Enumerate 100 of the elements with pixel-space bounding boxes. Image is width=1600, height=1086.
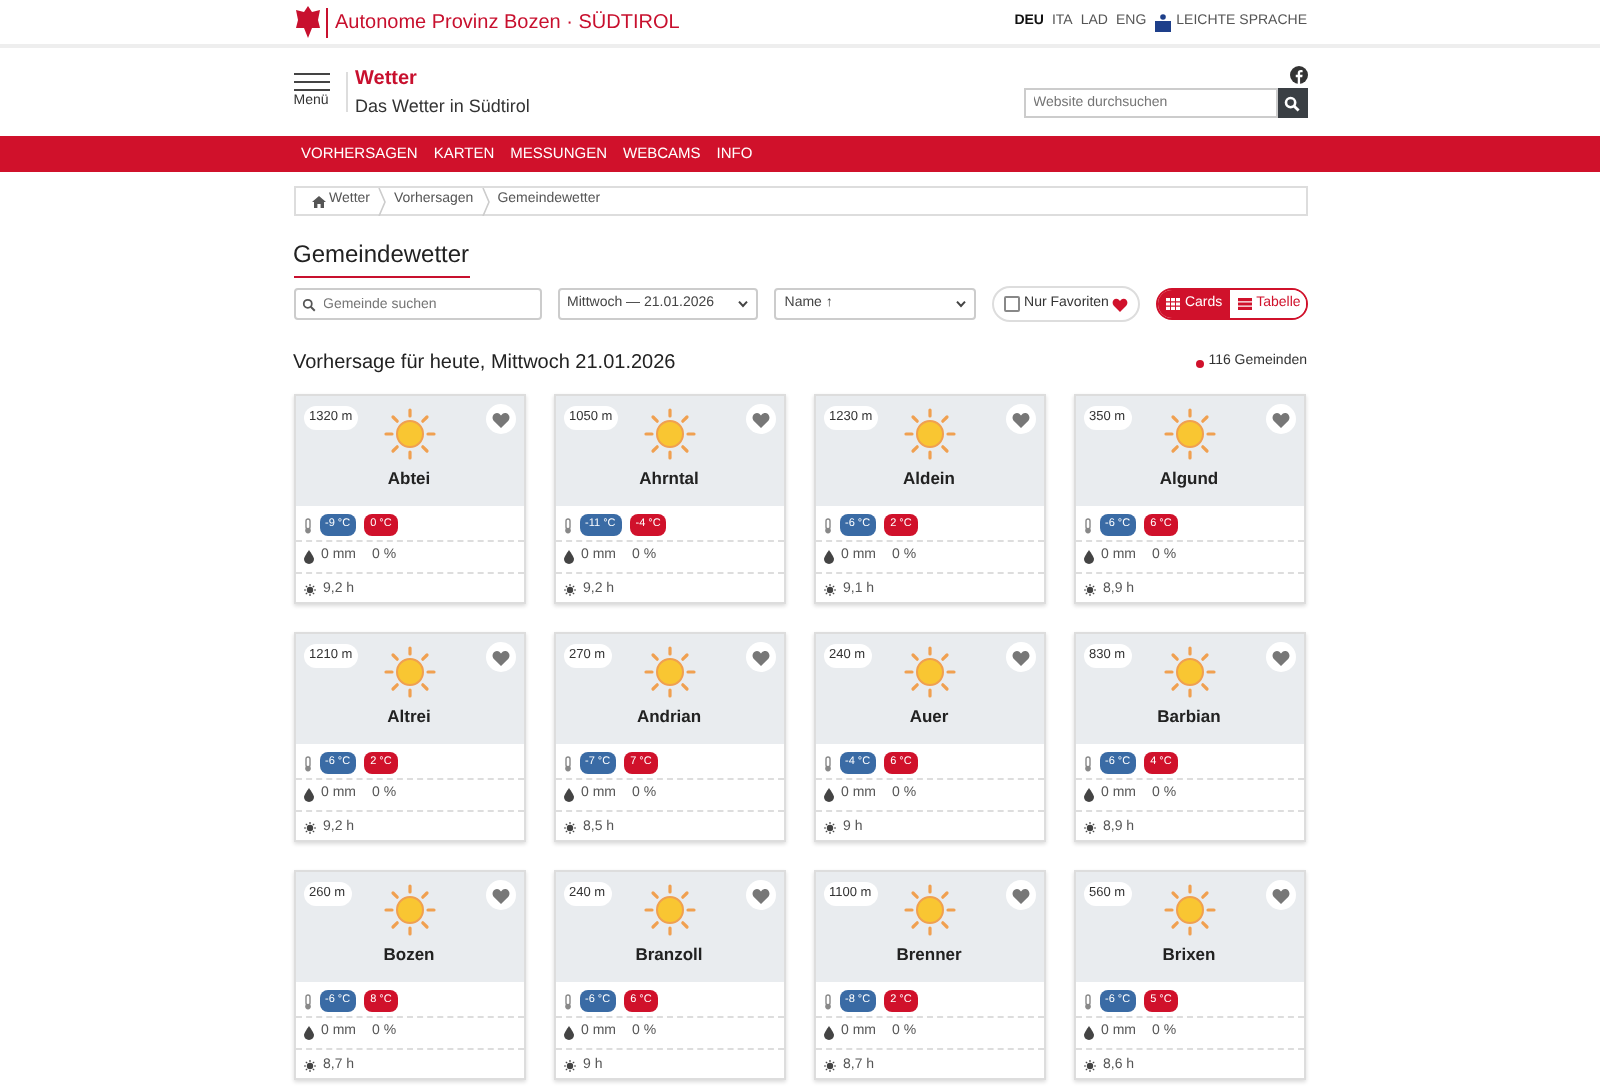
thermometer-icon xyxy=(823,993,831,1009)
municipality-name: Bozen xyxy=(383,942,435,968)
favorite-button[interactable] xyxy=(485,642,515,672)
municipality-name: Aldein xyxy=(903,466,955,492)
search-button[interactable] xyxy=(1277,88,1307,118)
sun-icon xyxy=(643,884,695,936)
municipality-name: Brenner xyxy=(896,942,962,968)
municipality-name: Barbian xyxy=(1157,704,1221,730)
chevron-icon xyxy=(956,300,967,308)
favorite-button[interactable] xyxy=(485,404,515,434)
sun-icon xyxy=(563,584,575,596)
thermometer-icon xyxy=(1083,517,1091,533)
drop-icon xyxy=(563,1026,573,1040)
favorite-button[interactable] xyxy=(1265,404,1295,434)
thermometer-icon xyxy=(303,755,311,771)
facebook-icon[interactable] xyxy=(1289,66,1307,84)
list-icon xyxy=(1238,298,1253,310)
municipality-name: Algund xyxy=(1159,466,1219,492)
drop-icon xyxy=(823,1026,833,1040)
heart-icon xyxy=(1271,411,1289,427)
sun-icon xyxy=(383,646,435,698)
heart-icon xyxy=(1011,887,1029,903)
drop-icon xyxy=(823,550,833,564)
page-title: Gemeindewetter xyxy=(293,236,470,278)
favorite-button[interactable] xyxy=(745,404,775,434)
site-subtitle: Das Wetter in Südtirol xyxy=(355,93,530,120)
agency-name[interactable]: Autonome Provinz Bozen · SÜDTIROL xyxy=(325,7,680,37)
sun-icon xyxy=(823,1060,835,1072)
favorite-button[interactable] xyxy=(485,880,515,910)
thermometer-icon xyxy=(1083,755,1091,771)
favorite-button[interactable] xyxy=(745,642,775,672)
drop-icon xyxy=(823,788,833,802)
sun-icon xyxy=(823,584,835,596)
heart-icon xyxy=(751,887,769,903)
heart-icon xyxy=(1271,887,1289,903)
drop-icon xyxy=(563,550,573,564)
sun-icon xyxy=(1163,884,1215,936)
sun-icon xyxy=(903,884,955,936)
sun-icon xyxy=(643,408,695,460)
favorite-button[interactable] xyxy=(1265,880,1295,910)
hamburger-icon xyxy=(293,71,329,92)
sun-icon xyxy=(303,1060,315,1072)
sun-icon xyxy=(1083,584,1095,596)
dot-icon xyxy=(1196,359,1205,367)
forecast-heading: Vorhersage für heute, Mittwoch 21.01.2026 xyxy=(293,350,676,378)
drop-icon xyxy=(303,1026,313,1040)
chevron-icon xyxy=(378,187,386,215)
heart-icon xyxy=(491,649,509,665)
thermometer-icon xyxy=(823,517,831,533)
chevron-icon xyxy=(481,187,490,215)
grid-icon xyxy=(1166,298,1181,310)
favorite-button[interactable] xyxy=(1265,642,1295,672)
sun-icon xyxy=(383,884,435,936)
drop-icon xyxy=(303,788,313,802)
drop-icon xyxy=(563,788,573,802)
thermometer-icon xyxy=(303,993,311,1009)
favorites-checkbox[interactable] xyxy=(1004,296,1021,312)
heart-icon xyxy=(1011,649,1029,665)
sun-icon xyxy=(563,822,575,834)
municipality-name: Abtei xyxy=(387,466,431,492)
heart-icon xyxy=(1112,297,1129,311)
municipality-name: Ahrntal xyxy=(639,466,699,492)
sun-icon xyxy=(303,584,315,596)
drop-icon xyxy=(303,550,313,564)
sun-icon xyxy=(823,822,835,834)
sun-icon xyxy=(903,408,955,460)
heart-icon xyxy=(751,411,769,427)
chevron-icon xyxy=(738,300,749,308)
sun-icon xyxy=(563,1060,575,1072)
site-title[interactable]: Wetter xyxy=(355,63,530,94)
favorite-button[interactable] xyxy=(745,880,775,910)
sun-icon xyxy=(1083,1060,1095,1072)
municipality-name: Andrian xyxy=(636,704,702,730)
thermometer-icon xyxy=(563,755,571,771)
favorite-button[interactable] xyxy=(1005,642,1035,672)
thermometer-icon xyxy=(563,517,571,533)
sun-icon xyxy=(303,822,315,834)
heart-icon xyxy=(491,411,509,427)
sun-icon xyxy=(383,408,435,460)
heart-icon xyxy=(1011,411,1029,427)
thermometer-icon xyxy=(303,517,311,533)
thermometer-icon xyxy=(563,993,571,1009)
municipality-name: Auer xyxy=(909,704,949,730)
easy-language-icon xyxy=(1154,13,1173,31)
drop-icon xyxy=(1083,1026,1093,1040)
favorite-button[interactable] xyxy=(1005,880,1035,910)
municipality-name: Altrei xyxy=(387,704,431,730)
municipality-name: Branzoll xyxy=(635,942,703,968)
drop-icon xyxy=(1083,550,1093,564)
sun-icon xyxy=(1083,822,1095,834)
search-icon xyxy=(1284,95,1300,111)
heart-icon xyxy=(491,887,509,903)
favorite-button[interactable] xyxy=(1005,404,1035,434)
sun-icon xyxy=(1163,408,1215,460)
drop-icon xyxy=(1083,788,1093,802)
sun-icon xyxy=(1163,646,1215,698)
home-icon xyxy=(311,195,325,207)
municipality-name: Brixen xyxy=(1162,942,1216,968)
thermometer-icon xyxy=(823,755,831,771)
sun-icon xyxy=(643,646,695,698)
